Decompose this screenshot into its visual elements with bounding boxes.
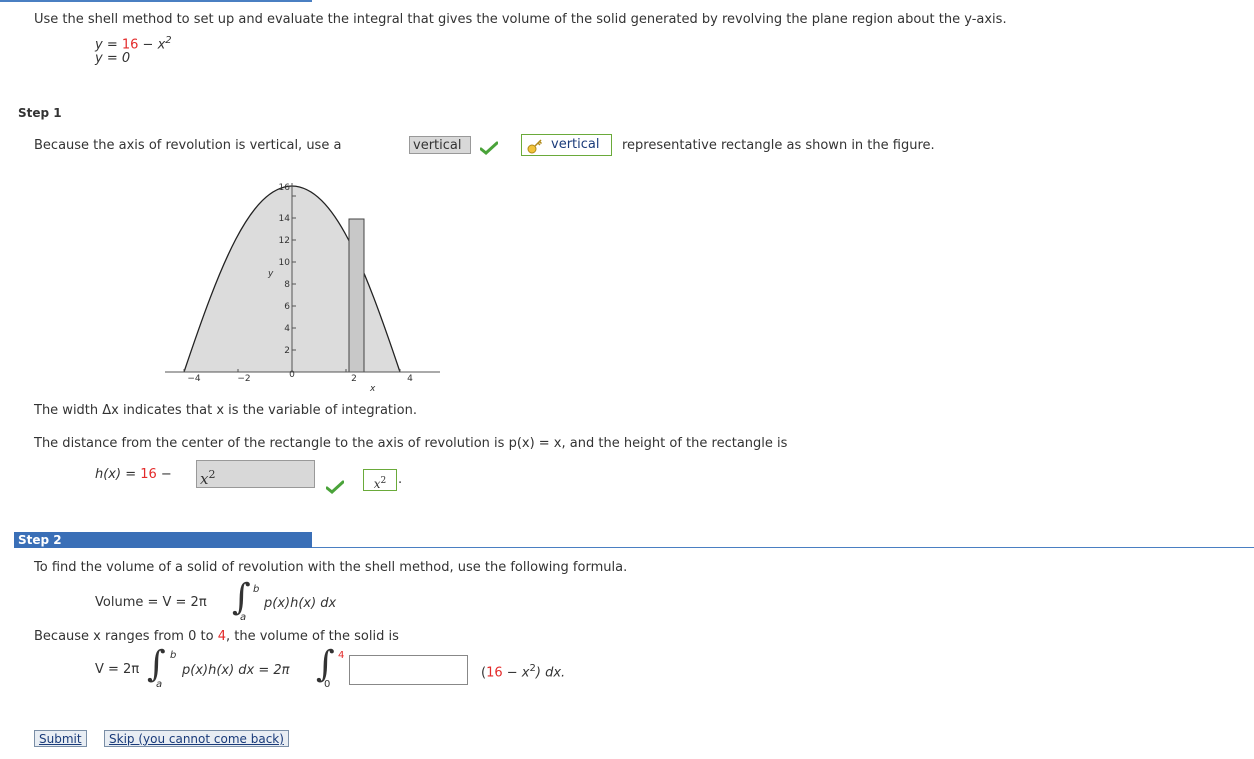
- skip-button[interactable]: Skip (you cannot come back): [104, 730, 289, 747]
- v-left: V = 2π: [95, 662, 140, 677]
- step2-divider: [312, 547, 1254, 548]
- volume-formula-left: Volume = V = 2π: [95, 595, 207, 610]
- width-text: The width Δx indicates that x is the var…: [34, 403, 417, 418]
- integrand-answer-input[interactable]: [349, 655, 468, 685]
- range-sentence: Because x ranges from 0 to 4, the volume…: [34, 629, 399, 644]
- x-tick-label: −2: [237, 374, 250, 384]
- range-text-2: , the volume of the solid is: [225, 629, 399, 644]
- hx-left: h(x) =: [95, 467, 141, 482]
- hx-answer-field[interactable]: x2: [196, 460, 315, 488]
- equation-2: y = 0: [95, 51, 131, 66]
- x-tick-label: 4: [407, 374, 413, 384]
- equation-1: y = 16 − x2: [95, 35, 172, 52]
- key-icon: [527, 139, 543, 154]
- lower-limit-a: a: [156, 679, 163, 690]
- upper-limit-b: b: [170, 650, 177, 661]
- step2-intro: To find the volume of a solid of revolut…: [34, 560, 628, 575]
- key-answer-box: vertical: [521, 134, 612, 156]
- step1-answer-field[interactable]: vertical: [409, 136, 471, 154]
- tail-constant: 16: [486, 665, 503, 681]
- distance-text: The distance from the center of the rect…: [34, 436, 788, 451]
- checkmark-icon: [480, 141, 498, 155]
- representative-rectangle: [348, 218, 365, 373]
- range-text-1: Because x ranges from 0 to: [34, 629, 218, 644]
- hx-minus: −: [156, 467, 172, 482]
- y-tick-label: 8: [284, 280, 290, 290]
- v-integrand: p(x)h(x) dx = 2π: [182, 663, 290, 678]
- checkmark-icon: [326, 480, 344, 494]
- step1-label: Step 1: [18, 106, 62, 120]
- y-tick-label: 14: [279, 214, 291, 224]
- x-tick-label: 0: [289, 370, 295, 380]
- tail-close: ) dx.: [535, 665, 566, 681]
- step2-label: Step 2: [14, 532, 312, 548]
- y-tick-label: 16: [279, 183, 291, 193]
- x-tick-label: −4: [187, 374, 201, 384]
- volume-integrand: p(x)h(x) dx: [264, 596, 337, 611]
- y-axis-label: y: [267, 269, 274, 279]
- range-upper: 4: [217, 629, 226, 644]
- top-divider: [0, 0, 312, 2]
- eq1-exponent: 2: [165, 35, 172, 46]
- x-tick-label: 2: [351, 374, 357, 384]
- hx-key-exponent: 2: [380, 476, 387, 486]
- y-tick-label: 2: [284, 346, 290, 356]
- lower-limit-0: 0: [324, 679, 331, 690]
- x-axis-label: x: [369, 384, 376, 394]
- hx-period: .: [398, 472, 403, 487]
- hx-key-answer-box: x2: [363, 469, 397, 491]
- step1-sentence-before: Because the axis of revolution is vertic…: [34, 138, 342, 153]
- question-prompt: Use the shell method to set up and evalu…: [34, 12, 1007, 27]
- integrand-tail: (16 − x2) dx.: [481, 663, 565, 680]
- y-tick-label: 6: [284, 302, 290, 312]
- y-tick-label: 12: [279, 236, 290, 246]
- eq1-right: − x: [138, 37, 166, 53]
- tail-var: − x: [502, 665, 530, 681]
- y-tick-label: 4: [284, 324, 290, 334]
- upper-limit-b: b: [253, 584, 260, 595]
- hx-expression: h(x) = 16 −: [95, 467, 172, 482]
- lower-limit-a: a: [240, 612, 247, 623]
- key-answer-text: vertical: [551, 137, 600, 152]
- upper-limit-4: 4: [338, 650, 345, 661]
- step1-sentence-after: representative rectangle as shown in the…: [622, 138, 935, 153]
- hx-constant: 16: [140, 467, 157, 482]
- hx-key-var: x: [373, 477, 381, 491]
- y-tick-label: 10: [279, 258, 291, 268]
- hx-answer-exponent: 2: [208, 468, 216, 481]
- region-graph: 2 4 6 8 10 12 14 16 −4 −2 0 2 4 x y: [165, 183, 440, 394]
- submit-button[interactable]: Submit: [34, 730, 87, 747]
